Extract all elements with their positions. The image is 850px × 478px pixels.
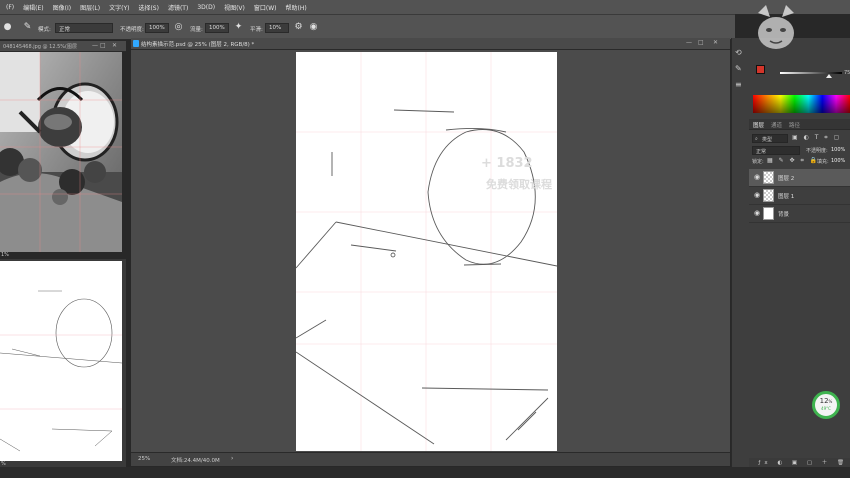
search-icon: ⌕ (755, 136, 758, 142)
smooth-label: 平滑: (250, 27, 263, 33)
layer-thumbnail (763, 207, 774, 220)
perf-temp: 49°C (821, 406, 831, 411)
reference-zoom: 1% (1, 252, 9, 258)
panel-icon-strip: ⟲ ✎ ≡ (731, 38, 749, 467)
lock-label: 锁定: (752, 159, 764, 165)
sketch-preview (0, 261, 123, 461)
brush-tool-icon[interactable]: ● (2, 22, 13, 33)
perf-percent: 12% (819, 397, 833, 405)
menu-edit[interactable]: 编辑(E) (19, 3, 48, 12)
drawing-canvas[interactable]: + 1832 免费领取课程 (296, 52, 557, 451)
layer-name: 背景 (778, 212, 790, 218)
reference-window: 048145468.jpg @ 12.5%(图层 — □ ✕ 1% (0, 41, 126, 259)
mode-select[interactable]: 正常 (55, 23, 113, 33)
bottom-bar (0, 467, 850, 478)
reference-tab-label: 048145468.jpg @ 12.5%(图层 (3, 44, 77, 50)
mode-label: 模式: (38, 27, 51, 33)
eye-icon[interactable]: ◉ (754, 191, 760, 199)
doc-minimize-icon[interactable]: — (686, 39, 692, 46)
watermark-line1: + 1832 (481, 156, 533, 171)
close-icon[interactable]: ✕ (112, 42, 117, 49)
gear-icon[interactable]: ⚙ (293, 22, 304, 33)
color-slider-value: 75 (844, 70, 850, 76)
options-bar: ● ✎ 模式: 正常 不透明度: 100% ◎ 流量: 100% ✦ 平滑: 1… (0, 14, 735, 40)
layers-panel-tabs: 图层 通道 路径 (749, 119, 850, 130)
properties-icon[interactable]: ≡ (735, 80, 742, 89)
smooth-input[interactable]: 10% (265, 23, 289, 33)
chevron-right-icon[interactable]: › (231, 455, 233, 462)
layers-bottom-bar[interactable]: ƒx ◐ ▣ ▢ ＋ 🗑 (749, 458, 850, 467)
menu-layer[interactable]: 图层(L) (76, 3, 105, 12)
doc-close-icon[interactable]: ✕ (713, 39, 718, 46)
minimize-icon[interactable]: — (92, 42, 98, 49)
menu-type[interactable]: 文字(Y) (105, 3, 134, 12)
pressure-opacity-icon[interactable]: ◎ (173, 22, 184, 33)
brush-settings-icon[interactable]: ✎ (735, 64, 742, 73)
brush-panel-icon[interactable]: ✎ (22, 22, 33, 33)
eye-icon[interactable]: ◉ (754, 209, 760, 217)
menu-file[interactable]: (F) (2, 4, 19, 11)
reference-tab[interactable]: 048145468.jpg @ 12.5%(图层 — □ ✕ (0, 41, 126, 52)
layer-filter-label: 类型 (762, 137, 773, 143)
layer-thumbnail (763, 171, 774, 184)
layer-name: 图层 2 (778, 176, 795, 182)
tab-channels[interactable]: 通道 (771, 121, 782, 129)
layer-filter-icons[interactable]: ▣ ◐ T ⌗ ▢ (792, 134, 848, 143)
tab-layers[interactable]: 图层 (753, 121, 764, 129)
pressure-size-icon[interactable]: ◉ (308, 22, 319, 33)
ps-file-icon (133, 40, 139, 47)
fox-logo-icon (758, 5, 794, 49)
blend-mode-select[interactable]: 正常 (752, 146, 800, 155)
menu-filter[interactable]: 滤镜(T) (164, 3, 193, 12)
color-slider[interactable] (780, 72, 842, 74)
menu-3d[interactable]: 3D(D) (193, 4, 220, 11)
layer-row-background[interactable]: ◉ 背景 (749, 205, 850, 223)
spectrum-shade (753, 95, 850, 113)
fill-value[interactable]: 100% (831, 158, 845, 164)
zoom-level[interactable]: 25% (138, 456, 150, 462)
color-slider-handle[interactable] (826, 74, 832, 78)
document-tab-label: 结构素描示范.psd @ 25% (图层 2, RGB/8) * (141, 42, 255, 48)
channel-logo (752, 3, 800, 53)
layer-name: 图层 1 (778, 194, 795, 200)
layer-opacity-label: 不透明度: (806, 148, 828, 154)
opacity-label: 不透明度: (120, 27, 144, 33)
tab-paths[interactable]: 路径 (789, 121, 800, 129)
document-status-bar: 25% 文档:24.4M/40.0M › (131, 452, 730, 466)
layer-filter-select[interactable]: ⌕ 类型 (752, 134, 788, 143)
menu-help[interactable]: 帮助(H) (282, 3, 312, 12)
doc-info[interactable]: 文档:24.4M/40.0M (171, 456, 220, 464)
still-life-photo (0, 52, 122, 252)
layer-row-1[interactable]: ◉ 图层 1 (749, 187, 850, 205)
perf-monitor-widget[interactable]: 12% 49°C (812, 391, 840, 419)
fill-label: 填充: (817, 159, 829, 165)
airbrush-icon[interactable]: ✦ (233, 22, 244, 33)
menu-bar: (F) 编辑(E) 图像(I) 图层(L) 文字(Y) 选择(S) 滤镜(T) … (0, 0, 850, 14)
layer-thumbnail (763, 189, 774, 202)
layer-opacity-value[interactable]: 100% (831, 147, 845, 153)
flow-input[interactable]: 100% (205, 23, 229, 33)
flow-label: 流量: (190, 27, 203, 33)
lock-icons[interactable]: ▦ ✎ ✥ ⌗ 🔒 (767, 157, 819, 165)
layer-row-2[interactable]: ◉ 图层 2 (749, 169, 850, 187)
opacity-input[interactable]: 100% (145, 23, 169, 33)
sketch-lines (296, 52, 557, 451)
eye-icon[interactable]: ◉ (754, 173, 760, 181)
menu-window[interactable]: 窗口(W) (250, 3, 282, 12)
doc-maximize-icon[interactable]: □ (698, 39, 704, 46)
menu-image[interactable]: 图像(I) (49, 3, 76, 12)
history-icon[interactable]: ⟲ (735, 48, 742, 57)
menu-view[interactable]: 视图(V) (220, 3, 250, 12)
document-tab[interactable]: 结构素描示范.psd @ 25% (图层 2, RGB/8) * — □ ✕ (131, 38, 730, 50)
maximize-icon[interactable]: □ (100, 42, 106, 49)
color-spectrum[interactable] (753, 95, 850, 113)
menu-select[interactable]: 选择(S) (134, 3, 164, 12)
sketch-preview-lines (0, 290, 123, 452)
watermark-line2: 免费领取课程 (486, 178, 552, 191)
foreground-color-swatch[interactable] (756, 65, 765, 74)
